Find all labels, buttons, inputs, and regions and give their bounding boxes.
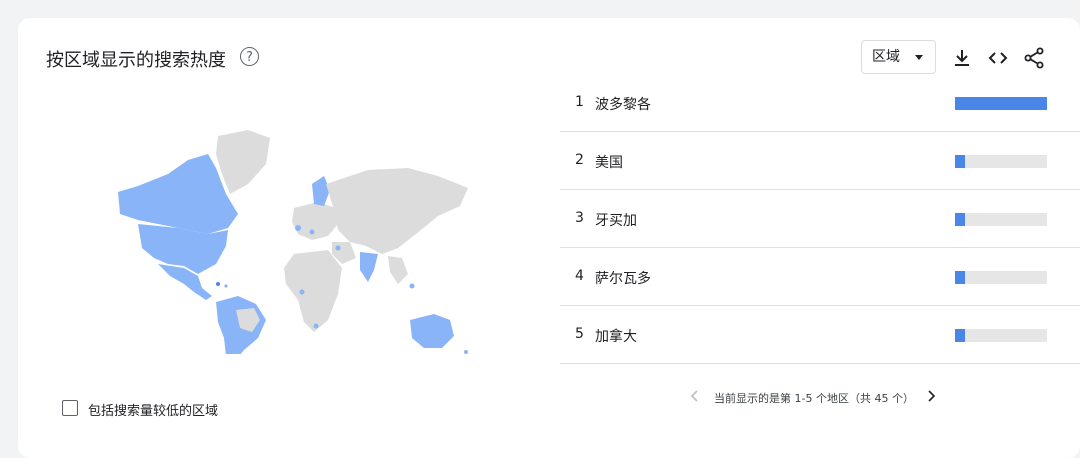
- map-australia: [410, 314, 454, 348]
- row-region-name[interactable]: 萨尔瓦多: [595, 268, 651, 288]
- map-greenland: [216, 130, 270, 194]
- region-ranking-list: 1 波多黎各 100 2 美国 11 3 牙买加 11 4 萨尔瓦多 11 5 …: [560, 74, 1080, 364]
- row-region-name[interactable]: 加拿大: [595, 326, 637, 346]
- embed-code-icon[interactable]: [986, 46, 1010, 70]
- row-bar-track: [955, 213, 1047, 226]
- pagination-text: 当前显示的是第 1-5 个地区（共 45 个）: [714, 392, 914, 405]
- row-rank: 3: [575, 210, 584, 226]
- map-uk: [295, 225, 301, 231]
- world-map[interactable]: [98, 124, 468, 354]
- list-item[interactable]: 3 牙买加 11: [560, 190, 1080, 248]
- list-item[interactable]: 5 加拿大 11: [560, 306, 1080, 364]
- map-africa: [284, 250, 342, 332]
- row-bar-fill: [955, 155, 966, 168]
- caret-down-icon: [915, 55, 923, 60]
- map-asia: [326, 168, 468, 254]
- map-europe: [292, 202, 338, 240]
- row-rank: 1: [575, 94, 584, 110]
- row-bar-track: [955, 97, 1047, 110]
- map-india: [360, 252, 378, 282]
- map-indonesia: [409, 283, 415, 289]
- share-icon[interactable]: [1022, 46, 1046, 70]
- map-new-zealand: [464, 350, 468, 354]
- chevron-left-icon[interactable]: [688, 389, 702, 403]
- row-bar-track: [955, 155, 1047, 168]
- row-rank: 2: [575, 152, 584, 168]
- list-item[interactable]: 2 美国 11: [560, 132, 1080, 190]
- card-title: 按区域显示的搜索热度: [46, 50, 226, 71]
- map-caribbean: [216, 282, 220, 286]
- row-bar-fill: [955, 271, 966, 284]
- map-caribbean-2: [224, 284, 228, 288]
- row-bar-fill: [955, 329, 966, 342]
- help-icon[interactable]: ?: [240, 47, 259, 66]
- low-volume-checkbox[interactable]: [62, 400, 78, 416]
- row-rank: 5: [575, 326, 584, 342]
- list-item[interactable]: 1 波多黎各 100: [560, 74, 1080, 132]
- low-volume-label[interactable]: 包括搜索量较低的区域: [88, 400, 218, 419]
- map-scandinavia: [312, 176, 330, 206]
- row-region-name[interactable]: 牙买加: [595, 210, 637, 230]
- list-item[interactable]: 4 萨尔瓦多 11: [560, 248, 1080, 306]
- row-region-name[interactable]: 美国: [595, 152, 623, 172]
- region-select[interactable]: 区域: [861, 40, 936, 74]
- map-france: [309, 229, 315, 235]
- region-select-value: 区域: [872, 49, 900, 65]
- row-bar-fill: [955, 97, 1047, 110]
- row-rank: 4: [575, 268, 584, 284]
- map-israel: [335, 245, 341, 251]
- row-bar-track: [955, 329, 1047, 342]
- chevron-right-icon[interactable]: [924, 389, 938, 403]
- row-bar-fill: [955, 213, 966, 226]
- map-south-africa: [313, 323, 319, 329]
- interest-by-region-card: 按区域显示的搜索热度 ? 区域 1 波多黎各 2 美国 3 牙买加 4 萨尔瓦多…: [18, 18, 1080, 458]
- map-se-asia: [388, 256, 408, 284]
- download-icon[interactable]: [950, 46, 974, 70]
- row-bar-track: [955, 271, 1047, 284]
- row-region-name[interactable]: 波多黎各: [595, 94, 651, 114]
- map-nigeria: [299, 289, 305, 295]
